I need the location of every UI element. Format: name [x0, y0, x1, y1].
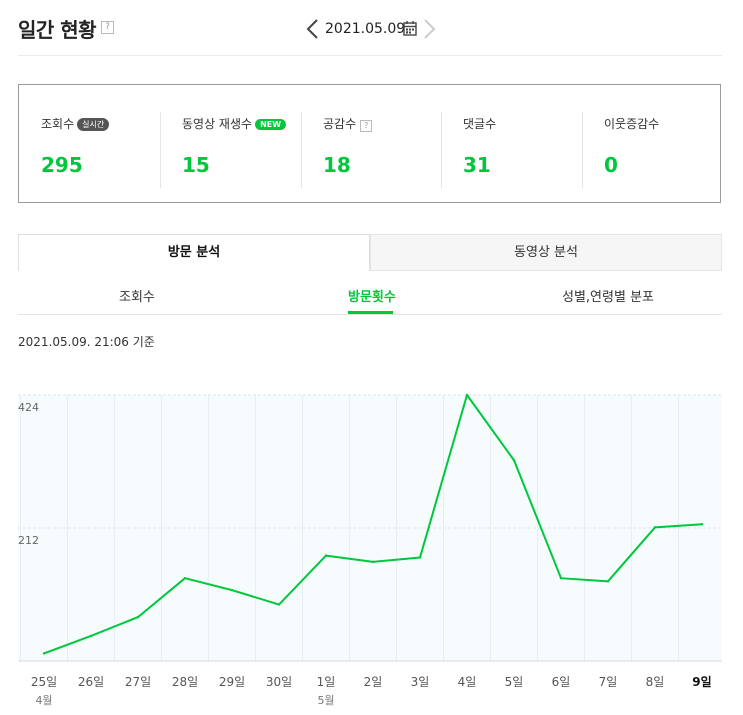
date-navigator: 2021.05.09.: [300, 14, 440, 44]
data-point: [418, 556, 422, 559]
data-point: [606, 580, 610, 583]
stat-value: 15: [182, 153, 210, 177]
active-subtab-indicator: [348, 311, 393, 314]
current-date: 2021.05.09.: [325, 21, 410, 37]
data-point: [371, 560, 375, 564]
x-tick-label: 26일: [78, 675, 104, 689]
data-point: [277, 603, 281, 606]
stat-value: 0: [604, 153, 618, 177]
stat-label: 이웃증감수: [604, 117, 660, 131]
x-tick-label: 25일: [31, 675, 57, 689]
help-icon[interactable]: ?: [101, 21, 114, 34]
data-point: [700, 523, 704, 526]
data-point: [183, 576, 187, 580]
x-tick-label: 2일: [364, 675, 383, 689]
visits-line-chart: 212 424 25일 26일 27일 28일 29일 30일 1일 2일 3일 4일 5일 6일 7일 8일…: [18, 393, 722, 707]
x-tick-label: 9일: [692, 675, 711, 689]
y-tick-label: 424: [18, 401, 39, 414]
data-point: [324, 554, 328, 557]
subtab-views[interactable]: 조회수: [119, 286, 155, 305]
page-title: 일간 현황: [18, 18, 97, 42]
stat-label: 공감수: [323, 117, 357, 131]
data-point: [42, 652, 46, 655]
y-tick-label: 212: [18, 534, 39, 547]
x-tick-label: 7일: [599, 675, 618, 689]
x-tick-label: 6일: [552, 675, 571, 689]
stat-value: 295: [41, 153, 83, 177]
x-tick-label: 28일: [172, 675, 198, 689]
x-tick-label: 8일: [646, 675, 665, 689]
stat-views: 조회수 실시간 295: [19, 85, 159, 204]
stat-neighbor-change: 이웃증감수 0: [582, 85, 722, 204]
data-point: [136, 615, 140, 619]
x-tick-label: 1일: [317, 675, 336, 689]
data-point: [512, 459, 516, 462]
x-tick-label: 27일: [125, 675, 151, 689]
metric-subtabs: 조회수 방문횟수 성별,연령별 분포: [18, 276, 722, 315]
data-point: [653, 526, 657, 529]
x-tick-label: 4일: [458, 675, 477, 689]
stat-label: 동영상 재생수: [182, 117, 253, 131]
x-tick-label: 30일: [266, 675, 292, 689]
month-label: 5월: [317, 694, 334, 707]
stat-value: 31: [463, 153, 491, 177]
stat-label: 댓글수: [463, 117, 497, 131]
data-point: [559, 576, 563, 580]
stat-likes: 공감수? 18: [301, 85, 441, 204]
analysis-tabs: 방문 분석 동영상 분석: [18, 234, 722, 271]
stat-label: 조회수: [41, 117, 75, 131]
data-timestamp: 2021.05.09. 21:06 기준: [18, 335, 155, 349]
header: 일간 현황 ? 2021.05.09.: [0, 0, 743, 56]
subtab-gender-age[interactable]: 성별,연령별 분포: [562, 286, 654, 305]
stat-value: 18: [323, 153, 351, 177]
stats-summary: 조회수 실시간 295 동영상 재생수 NEW 15 공감수? 18 댓글수 31 …: [18, 84, 721, 203]
realtime-badge: 실시간: [77, 118, 110, 131]
data-point: [230, 588, 234, 592]
x-tick-label: 3일: [411, 675, 430, 689]
chevron-left-icon[interactable]: [304, 18, 322, 40]
data-point: [465, 393, 469, 397]
header-divider: [18, 55, 722, 56]
stat-comments: 댓글수 31: [441, 85, 581, 204]
x-tick-label: 5일: [505, 675, 524, 689]
chevron-right-icon[interactable]: [420, 18, 438, 40]
tab-video-analysis[interactable]: 동영상 분석: [370, 234, 722, 271]
help-icon[interactable]: ?: [360, 120, 373, 132]
month-label: 4월: [35, 694, 52, 707]
calendar-icon[interactable]: [403, 20, 417, 36]
subtab-visits[interactable]: 방문횟수: [348, 286, 396, 305]
stat-video-plays: 동영상 재생수 NEW 15: [160, 85, 300, 204]
new-badge: NEW: [255, 119, 287, 130]
tab-visit-analysis[interactable]: 방문 분석: [18, 234, 370, 271]
data-point: [89, 634, 93, 638]
x-tick-label: 29일: [219, 675, 245, 689]
